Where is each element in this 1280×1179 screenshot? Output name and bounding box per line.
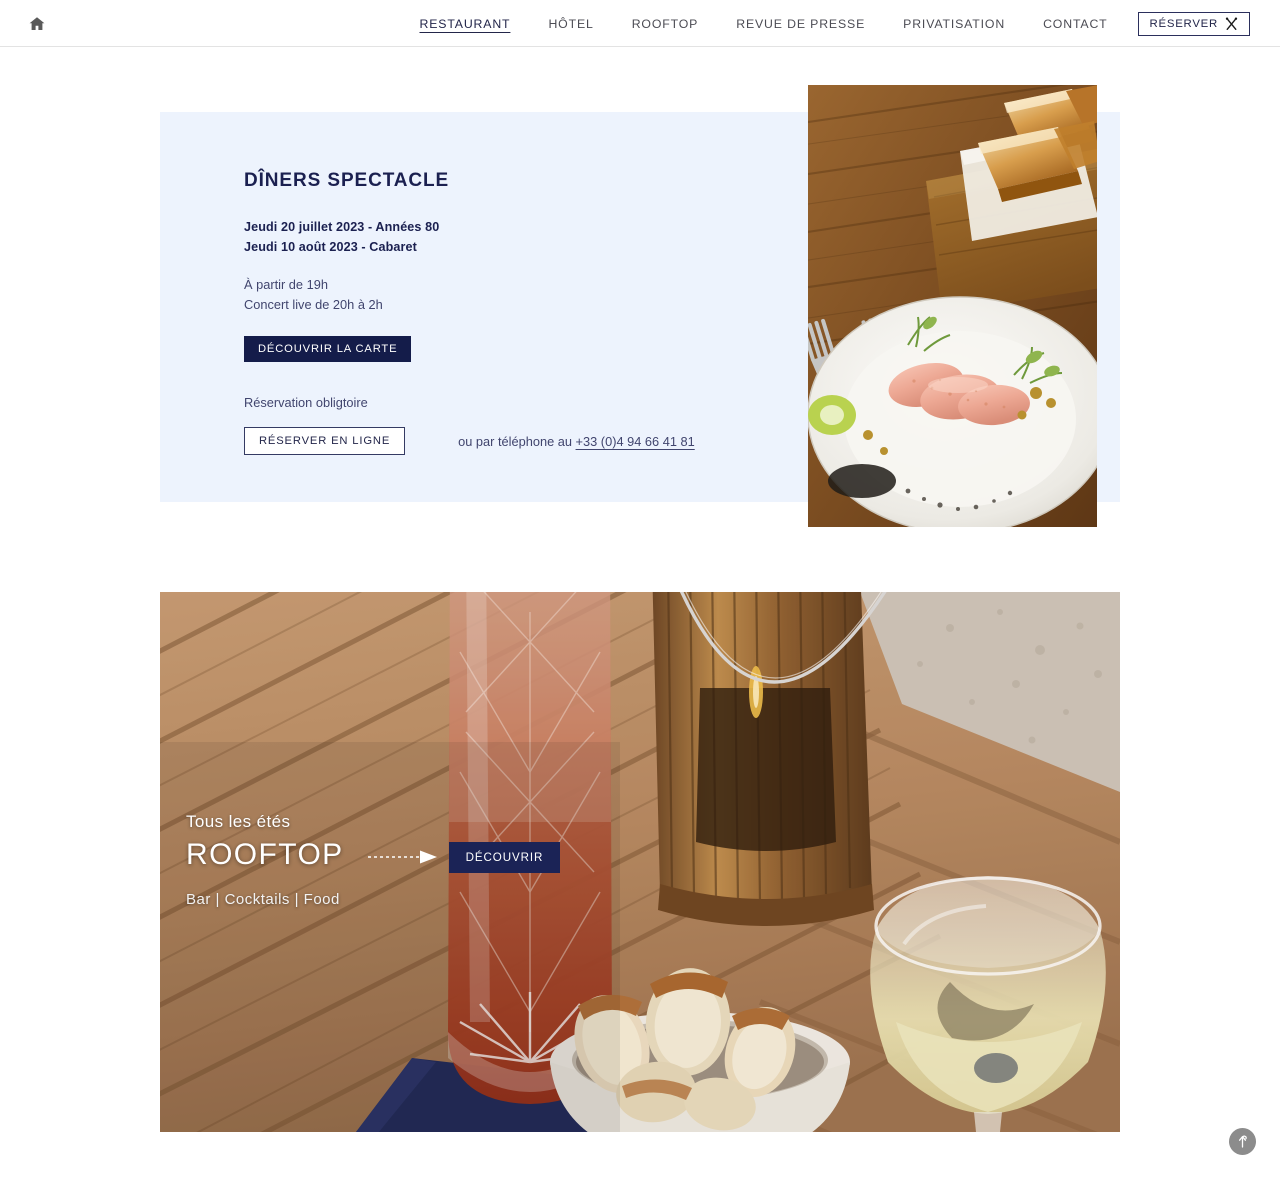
site-header: RESTAURANT HÔTEL ROOFTOP REVUE DE PRESSE… xyxy=(0,0,1280,47)
foie-gras-photo-image xyxy=(808,85,1097,527)
home-icon xyxy=(29,17,45,30)
event-start-time: À partir de 19h xyxy=(244,277,328,292)
page-root: RESTAURANT HÔTEL ROOFTOP REVUE DE PRESSE… xyxy=(0,0,1280,1179)
nav-item-privatisation[interactable]: PRIVATISATION xyxy=(884,17,1024,31)
reservation-row: RÉSERVER EN LIGNE ou par téléphone au +3… xyxy=(244,427,764,455)
phone-number-link[interactable]: +33 (0)4 94 66 41 81 xyxy=(576,434,695,449)
arrow-wrap xyxy=(367,845,440,865)
reservation-note: Réservation obligtoire xyxy=(244,395,368,410)
page-title: DÎNERS SPECTACLE xyxy=(244,170,450,191)
foie-gras-photo xyxy=(808,85,1097,527)
phone-text: ou par téléphone au +33 (0)4 94 66 41 81 xyxy=(458,434,695,449)
phone-prefix-label: ou par téléphone au xyxy=(458,433,576,449)
event-date-2: Jeudi 10 août 2023 - Cabaret xyxy=(244,240,417,254)
rooftop-title: ROOFTOP xyxy=(186,838,344,871)
main-navigation: RESTAURANT HÔTEL ROOFTOP REVUE DE PRESSE… xyxy=(400,0,1272,47)
event-date-1: Jeudi 20 juillet 2023 - Années 80 xyxy=(244,220,440,234)
nav-item-rooftop[interactable]: ROOFTOP xyxy=(613,17,718,31)
scroll-to-top-arrow-icon xyxy=(1238,1135,1247,1148)
nav-item-revue-de-presse[interactable]: REVUE DE PRESSE xyxy=(717,17,884,31)
reserve-online-button[interactable]: RÉSERVER EN LIGNE xyxy=(244,427,406,455)
event-concert-time: Concert live de 20h à 2h xyxy=(244,297,383,312)
rooftop-subtitle: Tous les étés xyxy=(186,812,291,831)
nav-item-restaurant[interactable]: RESTAURANT xyxy=(400,17,529,31)
rooftop-overlay: Tous les étés ROOFTOP DÉCOUVRIR Bar | Co… xyxy=(186,810,706,908)
rooftop-discover-button[interactable]: DÉCOUVRIR xyxy=(448,841,561,873)
event-times: À partir de 19h Concert live de 20h à 2h xyxy=(244,275,764,315)
reserve-button[interactable]: RÉSERVER xyxy=(1137,11,1250,36)
scroll-to-top-button[interactable] xyxy=(1229,1128,1256,1155)
diners-spectacle-content: DÎNERS SPECTACLE Jeudi 20 juillet 2023 -… xyxy=(244,170,764,455)
dashed-arrow-right-icon xyxy=(367,850,437,864)
rooftop-tags: Bar | Cocktails | Food xyxy=(186,891,340,908)
discover-menu-button[interactable]: DÉCOUVRIR LA CARTE xyxy=(244,336,412,362)
nav-item-hotel[interactable]: HÔTEL xyxy=(529,17,612,31)
crossed-cutlery-icon xyxy=(1225,17,1238,30)
rooftop-banner[interactable]: Tous les étés ROOFTOP DÉCOUVRIR Bar | Co… xyxy=(160,592,1120,1132)
home-button[interactable] xyxy=(26,13,48,35)
nav-item-contact[interactable]: CONTACT xyxy=(1024,17,1126,31)
reserve-button-label: RÉSERVER xyxy=(1149,17,1218,30)
rooftop-title-row: ROOFTOP DÉCOUVRIR xyxy=(186,836,706,874)
